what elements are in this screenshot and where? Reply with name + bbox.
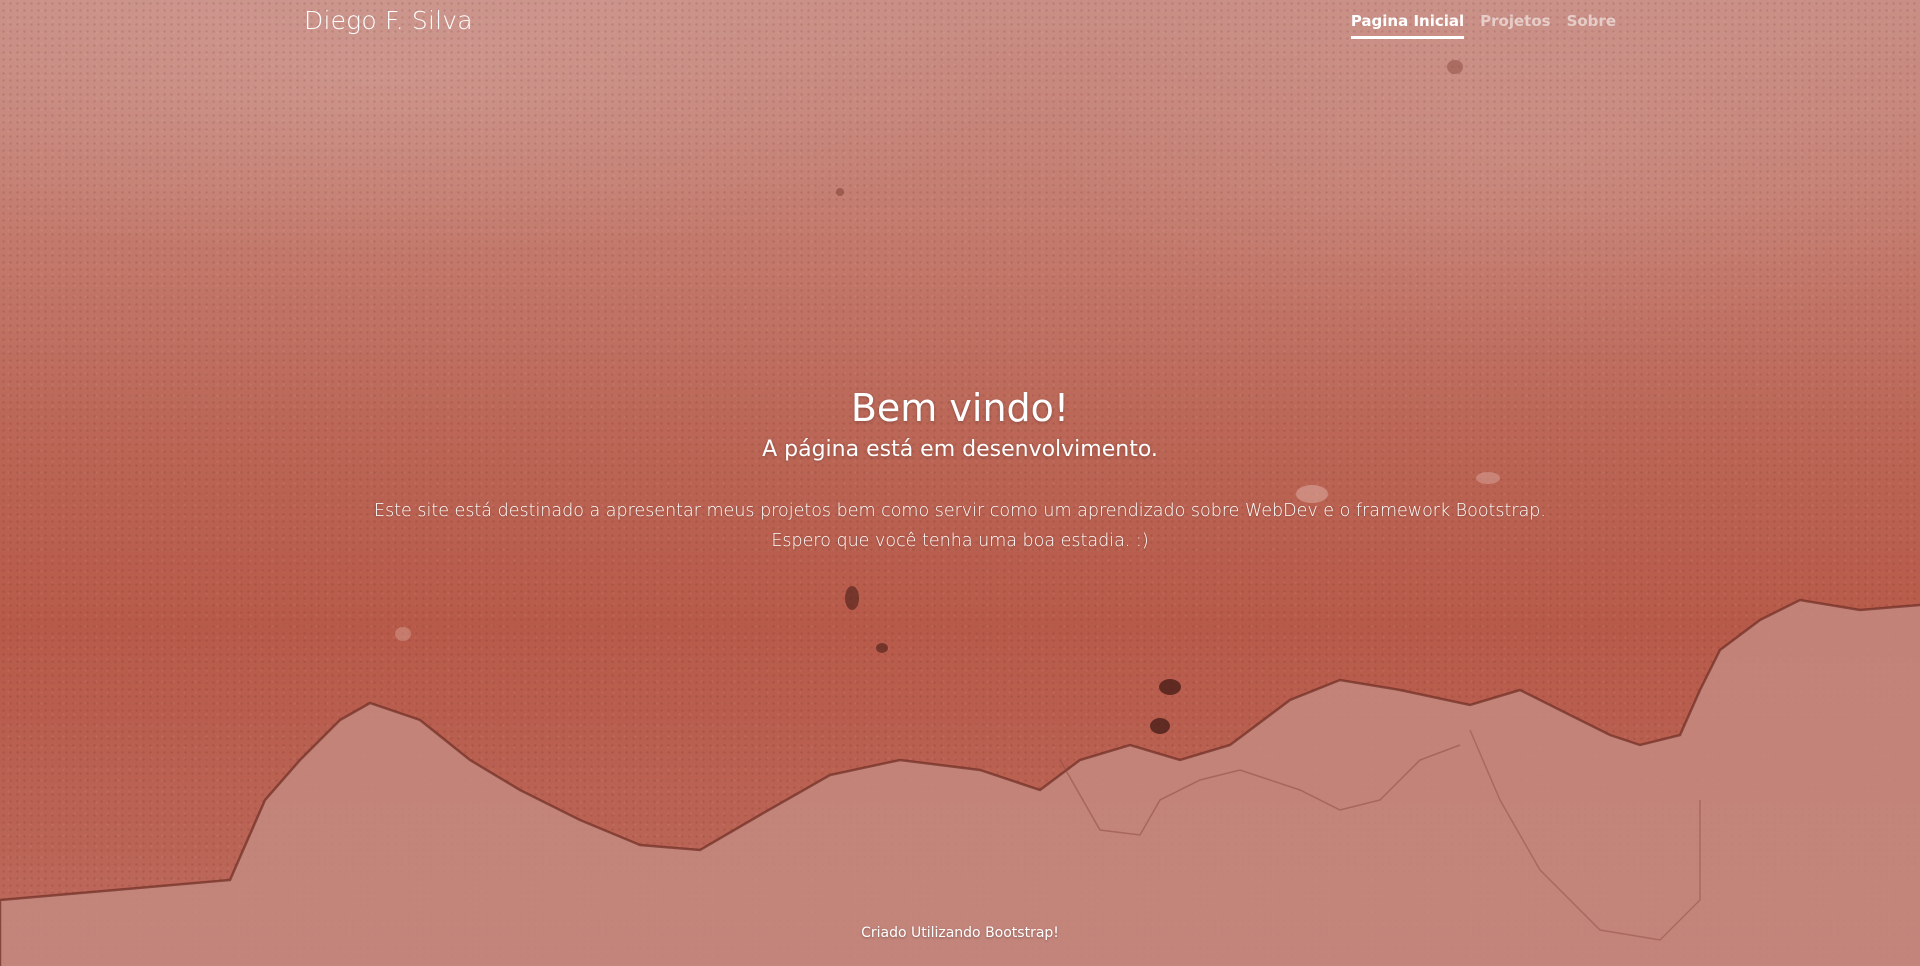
- page-subtitle: A página está em desenvolvimento.: [762, 437, 1158, 462]
- footer-text: Criado Utilizando Bootstrap!: [861, 925, 1059, 941]
- intro-text: Este site está destinado a apresentar me…: [0, 496, 1920, 556]
- intro-text-line-2: Espero que você tenha uma boa estadia. :…: [771, 531, 1149, 551]
- nav-link-sobre[interactable]: Sobre: [1567, 12, 1616, 39]
- intro-text-line-1: Este site está destinado a apresentar me…: [374, 501, 1546, 521]
- nav-links: Pagina Inicial Projetos Sobre: [1350, 12, 1616, 39]
- page-title: Bem vindo!: [850, 386, 1070, 430]
- cover-content: Bem vindo! A página está em desenvolvime…: [0, 383, 1920, 556]
- nav-link-projetos[interactable]: Projetos: [1480, 12, 1550, 39]
- nav-link-pagina-inicial[interactable]: Pagina Inicial: [1350, 12, 1465, 39]
- top-navbar: Diego F. Silva Pagina Inicial Projetos S…: [0, 0, 1920, 48]
- site-brand[interactable]: Diego F. Silva: [304, 6, 473, 35]
- page-footer: Criado Utilizando Bootstrap!: [0, 925, 1920, 941]
